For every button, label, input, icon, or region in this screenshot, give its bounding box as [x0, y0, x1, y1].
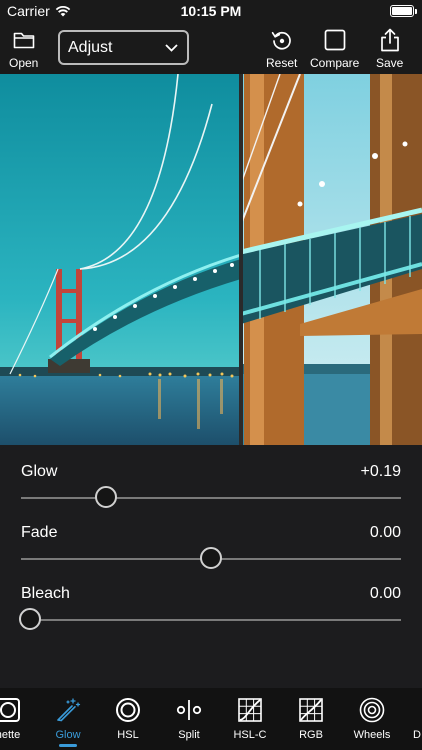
status-bar: Carrier 10:15 PM: [0, 0, 422, 24]
tab-hsl-c[interactable]: HSL-C: [220, 697, 280, 741]
tab-vignette[interactable]: nette: [0, 697, 38, 741]
tab-more-label: D: [413, 729, 421, 741]
tab-wheels-label: Wheels: [353, 729, 391, 741]
adjustment-panel: Glow +0.19 Fade 0.00 Bleach 0.00: [0, 445, 422, 688]
compare-label: Compare: [310, 56, 360, 70]
bridge-photo-image: [0, 74, 422, 445]
tab-vignette-label: nette: [0, 729, 21, 741]
compare-button[interactable]: Compare: [310, 28, 359, 70]
glow-slider-label: Glow: [21, 463, 58, 480]
hsl-ring-icon: [116, 698, 140, 722]
tab-hsl-c-label: HSL-C: [233, 729, 267, 741]
tab-rgb-label: RGB: [299, 729, 323, 741]
photo-canvas[interactable]: [0, 74, 422, 445]
status-time: 10:15 PM: [180, 3, 242, 19]
save-button[interactable]: Save: [376, 28, 403, 70]
glow-slider-track[interactable]: [21, 486, 401, 508]
tab-rgb[interactable]: RGB: [281, 697, 341, 741]
fade-slider-value: 0.00: [369, 524, 401, 541]
reset-icon: [271, 31, 291, 50]
save-label: Save: [376, 56, 404, 70]
reset-button[interactable]: Reset: [266, 28, 297, 70]
mode-dropdown-value: Adjust: [68, 38, 113, 56]
bleach-slider-row: Bleach 0.00: [19, 585, 401, 630]
fade-slider-row: Fade 0.00: [21, 524, 401, 569]
bleach-slider-thumb[interactable]: [19, 608, 41, 630]
chevron-down-icon: [165, 43, 178, 52]
bleach-slider-value: 0.00: [369, 585, 401, 602]
glow-slider-row: Glow +0.19: [21, 463, 401, 508]
tab-split-label: Split: [178, 729, 200, 741]
fade-slider-label: Fade: [21, 524, 58, 541]
glow-wand-icon: [57, 698, 81, 722]
share-icon: [380, 28, 399, 52]
top-toolbar: Open Adjust Reset Compare Save: [0, 24, 422, 74]
tab-glow-label: Glow: [55, 729, 81, 741]
bleach-slider-track[interactable]: [19, 608, 401, 630]
tab-glow[interactable]: Glow: [38, 697, 98, 747]
fade-slider-track[interactable]: [21, 547, 401, 569]
open-label: Open: [9, 56, 39, 70]
color-wheels-icon: [359, 697, 385, 723]
tab-split[interactable]: Split: [159, 697, 219, 741]
tool-tab-bar: nette Glow HSL Split: [0, 688, 422, 750]
tab-more[interactable]: D: [392, 697, 422, 741]
tab-hsl[interactable]: HSL: [98, 697, 158, 741]
rgb-curve-icon: [299, 698, 323, 722]
mode-dropdown[interactable]: Adjust: [58, 30, 189, 65]
compare-square-icon: [324, 29, 346, 51]
fade-slider-thumb[interactable]: [200, 547, 222, 569]
hsl-curve-icon: [238, 698, 262, 722]
open-button[interactable]: Open: [9, 28, 38, 70]
bleach-slider-label: Bleach: [21, 585, 70, 602]
folder-icon: [13, 32, 34, 49]
active-tab-indicator: [59, 744, 77, 747]
battery-icon: [390, 5, 417, 17]
glow-slider-thumb[interactable]: [95, 486, 118, 508]
reset-label: Reset: [266, 56, 298, 70]
vignette-icon: [0, 698, 20, 722]
glow-slider-value: +0.19: [360, 463, 401, 480]
split-icon: [176, 700, 202, 720]
tab-hsl-label: HSL: [117, 729, 139, 741]
